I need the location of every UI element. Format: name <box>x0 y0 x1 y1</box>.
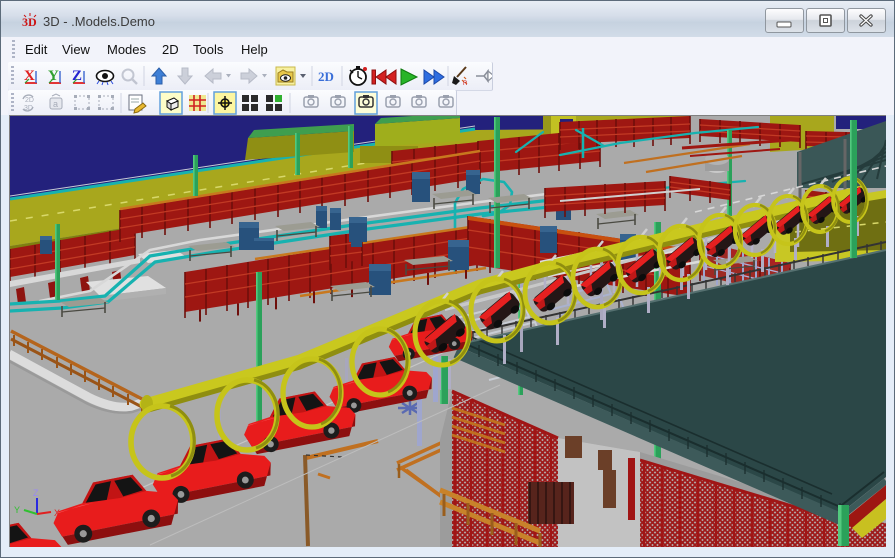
svg-text:3D: 3D <box>22 15 37 29</box>
svg-text:3D: 3D <box>24 105 33 112</box>
svg-text:a: a <box>53 99 58 109</box>
svg-text:R: R <box>463 81 468 87</box>
svg-text:Z: Z <box>72 68 82 84</box>
svg-text:X: X <box>54 508 60 518</box>
svg-text:Y: Y <box>14 505 20 515</box>
svg-text:Z: Z <box>33 488 39 498</box>
svg-text:2D: 2D <box>318 69 334 84</box>
svg-text:2D: 2D <box>25 97 34 104</box>
